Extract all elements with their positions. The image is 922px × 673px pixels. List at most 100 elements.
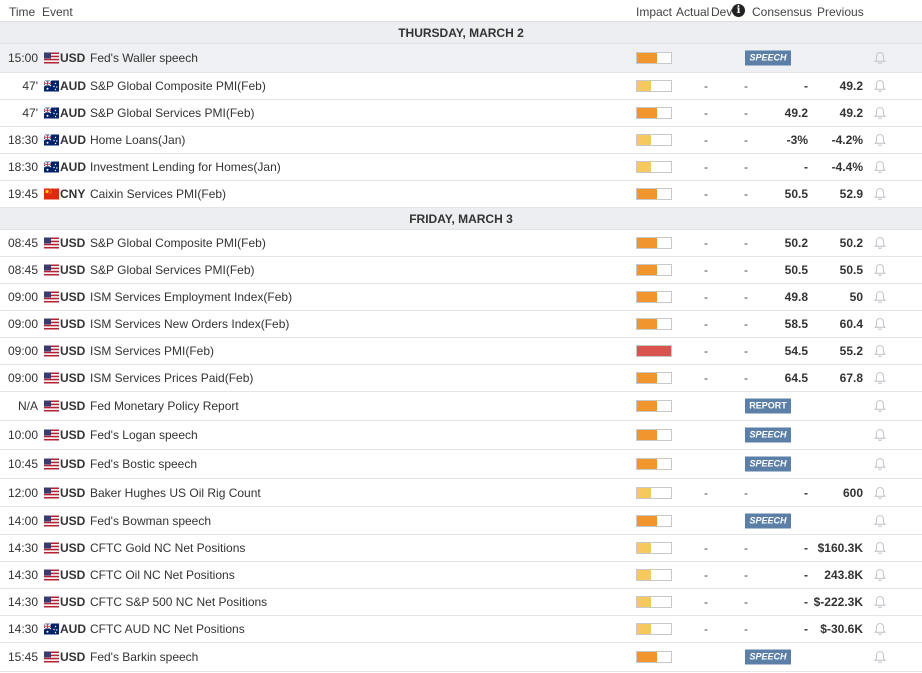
impact-bar <box>636 596 672 608</box>
event-name[interactable]: S&P Global Services PMI(Feb) <box>90 106 255 120</box>
bell-icon[interactable] <box>873 79 887 93</box>
event-name[interactable]: S&P Global Composite PMI(Feb) <box>90 236 266 250</box>
impact-fill <box>637 319 658 329</box>
event-time: 14:00 <box>7 513 38 528</box>
speech-badge[interactable]: SPEECH <box>745 513 791 528</box>
bell-icon[interactable] <box>873 568 887 582</box>
actual-value: - <box>704 133 708 147</box>
event-row[interactable]: 12:00 USD Baker Hughes US Oil Rig Count - - -… <box>0 479 922 507</box>
impact-fill <box>637 652 658 662</box>
bell-icon[interactable] <box>873 428 887 442</box>
event-name[interactable]: Fed's Logan speech <box>90 428 198 442</box>
bell-icon[interactable] <box>873 371 887 385</box>
currency-code: USD <box>60 344 86 358</box>
event-row[interactable]: 10:45 USD Fed's Bostic speech SPEECH <box>0 450 922 479</box>
event-row[interactable]: 08:45 USD S&P Global Composite PMI(Feb) - - 5… <box>0 230 922 257</box>
event-name[interactable]: Caixin Services PMI(Feb) <box>90 187 226 201</box>
event-row[interactable]: 09:00 USD ISM Services Employment Index(Fe… <box>0 284 922 311</box>
bell-icon[interactable] <box>873 51 887 65</box>
bell-icon[interactable] <box>873 263 887 277</box>
event-row[interactable]: 47' AUD S&P Global Composite PMI(Feb) - - - 49… <box>0 73 922 100</box>
event-name[interactable]: ISM Services Prices Paid(Feb) <box>90 371 253 385</box>
event-row[interactable]: 09:00 USD ISM Services New Orders Index(Fe… <box>0 311 922 338</box>
event-time: 14:30 <box>7 568 38 582</box>
event-name[interactable]: CFTC Gold NC Net Positions <box>90 541 245 555</box>
impact-bar <box>636 80 672 92</box>
event-name[interactable]: Fed's Bowman speech <box>90 514 211 528</box>
deviation-value: - <box>744 263 748 277</box>
info-icon[interactable]: i <box>732 4 745 17</box>
event-name[interactable]: Fed Monetary Policy Report <box>90 399 239 413</box>
bell-icon[interactable] <box>873 236 887 250</box>
event-row[interactable]: 19:45 CNY Caixin Services PMI(Feb) - - 50.5 52… <box>0 181 922 208</box>
event-row[interactable]: 09:00 USD ISM Services Prices Paid(Feb) - - 6… <box>0 365 922 392</box>
event-row[interactable]: 14:30 AUD CFTC AUD NC Net Positions - - - $-30… <box>0 616 922 643</box>
bell-icon[interactable] <box>873 133 887 147</box>
bell-icon[interactable] <box>873 106 887 120</box>
event-name[interactable]: Fed's Waller speech <box>90 51 198 65</box>
bell-icon[interactable] <box>873 160 887 174</box>
previous-value: $160.3K <box>817 541 863 555</box>
bell-icon[interactable] <box>873 344 887 358</box>
bell-icon[interactable] <box>873 486 887 500</box>
deviation-value: - <box>744 133 748 147</box>
event-name[interactable]: Fed's Bostic speech <box>90 457 197 471</box>
event-row[interactable]: 10:00 USD Fed's Logan speech SPEECH <box>0 421 922 450</box>
speech-badge[interactable]: SPEECH <box>745 50 791 66</box>
bell-icon[interactable] <box>873 595 887 609</box>
event-name[interactable]: Baker Hughes US Oil Rig Count <box>90 486 261 500</box>
au-flag-icon <box>44 134 59 146</box>
speech-badge[interactable]: SPEECH <box>745 649 791 665</box>
bell-icon[interactable] <box>873 317 887 331</box>
event-row[interactable]: N/A USD Fed Monetary Policy Report REPORT <box>0 392 922 421</box>
bell-icon[interactable] <box>873 514 887 528</box>
currency-code: AUD <box>60 160 86 174</box>
bell-icon[interactable] <box>873 622 887 636</box>
impact-bar <box>636 514 672 527</box>
event-row[interactable]: 47' AUD S&P Global Services PMI(Feb) - - 49.2… <box>0 100 922 127</box>
previous-value: 49.2 <box>839 79 863 93</box>
event-row[interactable]: 14:30 USD CFTC S&P 500 NC Net Positions - - -… <box>0 589 922 616</box>
event-name[interactable]: S&P Global Services PMI(Feb) <box>90 263 255 277</box>
event-row[interactable]: 18:30 AUD Investment Lending for Homes(Jan… <box>0 154 922 181</box>
deviation-value: - <box>744 290 748 304</box>
event-name[interactable]: S&P Global Composite PMI(Feb) <box>90 79 266 93</box>
event-name[interactable]: Home Loans(Jan) <box>90 133 185 147</box>
actual-value: - <box>704 79 708 93</box>
event-row[interactable]: 08:45 USD S&P Global Services PMI(Feb) - - 50… <box>0 257 922 284</box>
impact-fill <box>637 81 651 91</box>
event-time: 15:00 <box>7 51 38 65</box>
previous-value: 55.2 <box>839 344 863 358</box>
event-name[interactable]: Fed's Barkin speech <box>90 650 198 664</box>
event-name[interactable]: CFTC Oil NC Net Positions <box>90 568 235 582</box>
bell-icon[interactable] <box>873 650 887 664</box>
event-name[interactable]: Investment Lending for Homes(Jan) <box>90 160 281 174</box>
bell-icon[interactable] <box>873 457 887 471</box>
consensus-value: - <box>804 541 808 555</box>
event-row[interactable]: 14:30 USD CFTC Oil NC Net Positions - - - 243.… <box>0 562 922 589</box>
consensus-value: - <box>804 595 808 609</box>
bell-icon[interactable] <box>873 187 887 201</box>
bell-icon[interactable] <box>873 541 887 555</box>
impact-fill <box>637 597 651 607</box>
event-row[interactable]: 14:00 USD Fed's Bowman speech SPEECH <box>0 507 922 535</box>
event-name[interactable]: CFTC S&P 500 NC Net Positions <box>90 595 267 609</box>
deviation-value: - <box>744 595 748 609</box>
currency-code: AUD <box>60 622 86 636</box>
bell-icon[interactable] <box>873 290 887 304</box>
event-name[interactable]: ISM Services PMI(Feb) <box>90 344 214 358</box>
event-name[interactable]: ISM Services New Orders Index(Feb) <box>90 317 289 331</box>
event-row[interactable]: 09:00 USD ISM Services PMI(Feb) - - 54.5 55.2 <box>0 338 922 365</box>
speech-badge[interactable]: SPEECH <box>745 427 791 443</box>
actual-value: - <box>704 485 708 500</box>
report-badge[interactable]: REPORT <box>745 398 791 414</box>
event-name[interactable]: ISM Services Employment Index(Feb) <box>90 290 292 304</box>
event-row[interactable]: 18:30 AUD Home Loans(Jan) - - -3% -4.2% <box>0 127 922 154</box>
bell-icon[interactable] <box>873 399 887 413</box>
speech-badge[interactable]: SPEECH <box>745 456 791 472</box>
event-row[interactable]: 15:45 USD Fed's Barkin speech SPEECH <box>0 643 922 672</box>
event-name[interactable]: CFTC AUD NC Net Positions <box>90 622 245 636</box>
event-row[interactable]: 15:00 USD Fed's Waller speech SPEECH <box>0 44 922 73</box>
actual-value: - <box>704 236 708 250</box>
event-row[interactable]: 14:30 USD CFTC Gold NC Net Positions - - - $16… <box>0 535 922 562</box>
